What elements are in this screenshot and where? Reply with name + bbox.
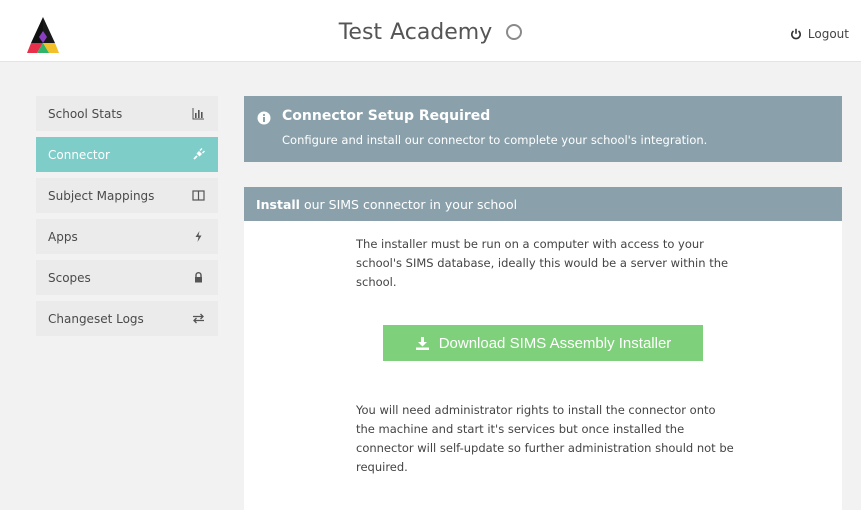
panel-heading-rest: our SIMS connector in your school bbox=[299, 197, 518, 212]
install-connector-panel: Install our SIMS connector in your schoo… bbox=[244, 187, 842, 510]
download-icon bbox=[415, 336, 429, 350]
sidebar-item-label: Changeset Logs bbox=[48, 311, 144, 326]
info-icon bbox=[257, 111, 271, 125]
sidebar: School Stats Connector Subject Mappings … bbox=[36, 96, 218, 342]
admin-rights-text: You will need administrator rights to in… bbox=[356, 403, 734, 474]
sidebar-item-changeset-logs[interactable]: Changeset Logs bbox=[36, 301, 218, 336]
sidebar-item-school-stats[interactable]: School Stats bbox=[36, 96, 218, 131]
title-part-1: Test bbox=[338, 20, 383, 45]
power-icon bbox=[790, 28, 801, 40]
page-title: Test Academy bbox=[0, 20, 861, 45]
status-circle-icon bbox=[506, 24, 523, 40]
sidebar-item-label: School Stats bbox=[48, 106, 123, 121]
sidebar-item-subject-mappings[interactable]: Subject Mappings bbox=[36, 178, 218, 213]
bolt-icon bbox=[195, 231, 202, 242]
alert-title: Connector Setup Required bbox=[282, 108, 491, 124]
sidebar-item-label: Subject Mappings bbox=[48, 188, 155, 203]
title-part-2: Academy bbox=[390, 20, 493, 45]
panel-heading-bold: Install bbox=[256, 197, 300, 212]
setup-required-alert: Connector Setup Required Configure and i… bbox=[244, 96, 842, 162]
download-installer-button[interactable]: Download SIMS Assembly Installer bbox=[383, 325, 703, 361]
sidebar-item-label: Apps bbox=[48, 229, 78, 244]
alert-text: Configure and install our connector to c… bbox=[282, 133, 708, 147]
logout-button[interactable]: Logout bbox=[790, 27, 849, 41]
exchange-icon bbox=[193, 313, 204, 324]
sidebar-item-scopes[interactable]: Scopes bbox=[36, 260, 218, 295]
installer-requirements-text: The installer must be run on a computer … bbox=[356, 237, 729, 289]
sidebar-item-label: Scopes bbox=[48, 270, 91, 285]
sidebar-item-label: Connector bbox=[48, 147, 110, 162]
logout-label: Logout bbox=[807, 27, 849, 41]
columns-icon bbox=[192, 190, 205, 201]
plug-icon bbox=[193, 148, 205, 160]
top-bar: Test Academy Logout bbox=[0, 0, 861, 62]
sidebar-item-apps[interactable]: Apps bbox=[36, 219, 218, 254]
download-button-label: Download SIMS Assembly Installer bbox=[438, 334, 672, 352]
lock-icon bbox=[195, 272, 202, 283]
panel-heading: Install our SIMS connector in your schoo… bbox=[244, 187, 842, 221]
bar-chart-icon bbox=[192, 108, 204, 120]
sidebar-item-connector[interactable]: Connector bbox=[36, 137, 218, 172]
